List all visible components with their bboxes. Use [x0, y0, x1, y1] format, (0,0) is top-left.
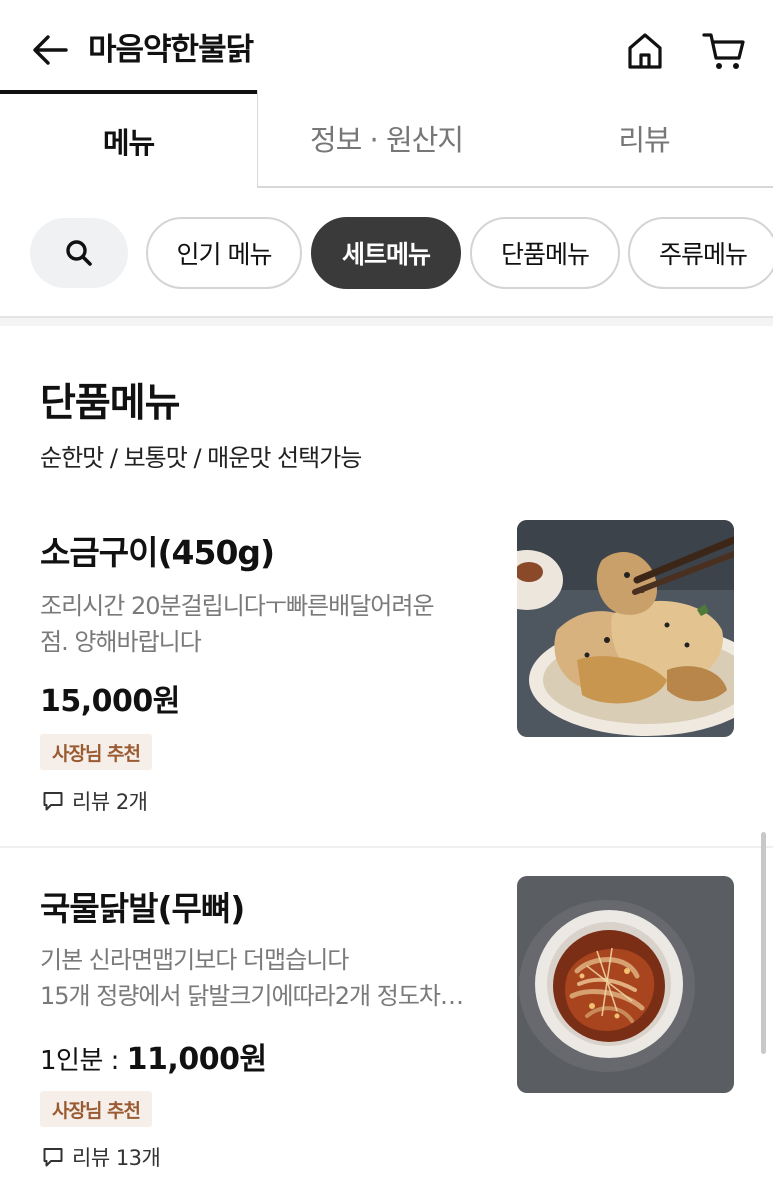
search-icon [66, 240, 92, 266]
tab-info-origin[interactable]: 정보 · 원산지 [257, 90, 515, 188]
chicken-feet-soup-photo [517, 876, 734, 1093]
review-count: 리뷰 13개 [42, 1142, 161, 1172]
tab-menu[interactable]: 메뉴 [0, 90, 257, 188]
back-button[interactable] [28, 28, 72, 72]
grilled-chicken-photo [517, 520, 734, 737]
tab-reviews[interactable]: 리뷰 [515, 90, 773, 188]
speech-bubble-icon [43, 792, 63, 811]
section-description: 순한맛 / 보통맛 / 매운맛 선택가능 [40, 444, 362, 472]
cart-icon [702, 33, 745, 69]
home-icon [628, 33, 662, 69]
chip-single-menu[interactable]: 단품메뉴 [470, 217, 620, 289]
menu-item-price: 1인분 : 11,000원 [40, 1034, 267, 1078]
arrow-left-icon [33, 35, 68, 65]
menu-item-description-line-2: 점. 양해바랍니다 [40, 628, 202, 656]
menu-item-description-line-2: 15개 정량에서 닭발크기에따라2개 정도차… [40, 982, 464, 1010]
review-count-text: 리뷰 2개 [72, 790, 148, 814]
price-value: 11,000원 [126, 1042, 267, 1077]
chip-liquor-menu[interactable]: 주류메뉴 [628, 217, 773, 289]
scrollbar[interactable] [761, 832, 766, 1054]
owner-recommend-badge: 사장님 추천 [40, 734, 153, 770]
owner-recommend-badge: 사장님 추천 [40, 1091, 153, 1127]
menu-item-name: 소금구이(450g) [40, 533, 275, 572]
menu-item[interactable]: 소금구이(450g) 조리시간 20분걸립니다ㅜ빠른배달어려운 점. 양해바랍니… [0, 500, 773, 840]
price-value: 15,000원 [40, 684, 180, 719]
item-divider [0, 846, 773, 848]
cart-button[interactable] [700, 28, 748, 74]
menu-item-description-line-1: 조리시간 20분걸립니다ㅜ빠른배달어려운 [40, 592, 435, 620]
chip-set-menu[interactable]: 세트메뉴 [311, 217, 461, 289]
review-count: 리뷰 2개 [42, 786, 148, 816]
category-chip-bar: 인기 메뉴 세트메뉴 단품메뉴 주류메뉴 [0, 188, 773, 318]
chip-popular-menu[interactable]: 인기 메뉴 [146, 217, 302, 289]
store-tabs: 메뉴 정보 · 원산지 리뷰 [0, 90, 773, 188]
menu-item-photo [517, 876, 734, 1093]
home-button[interactable] [622, 28, 668, 74]
menu-item-photo [517, 520, 734, 737]
menu-item-name: 국물닭발(무뼈) [40, 889, 245, 928]
menu-search-button[interactable] [30, 218, 128, 288]
menu-item-price: 15,000원 [40, 676, 180, 720]
price-prefix: 1인분 : [40, 1046, 127, 1076]
app-header: 마음약한불닭 [0, 0, 773, 92]
menu-item[interactable]: 국물닭발(무뼈) 기본 신라면맵기보다 더맵습니다 15개 정량에서 닭발크기에… [0, 858, 773, 1197]
section-title: 단품메뉴 [40, 381, 181, 426]
section-gap [0, 318, 773, 326]
speech-bubble-icon [43, 1148, 63, 1167]
store-title: 마음약한불닭 [88, 32, 254, 68]
review-count-text: 리뷰 13개 [72, 1146, 161, 1170]
menu-item-description-line-1: 기본 신라면맵기보다 더맵습니다 [40, 946, 349, 974]
